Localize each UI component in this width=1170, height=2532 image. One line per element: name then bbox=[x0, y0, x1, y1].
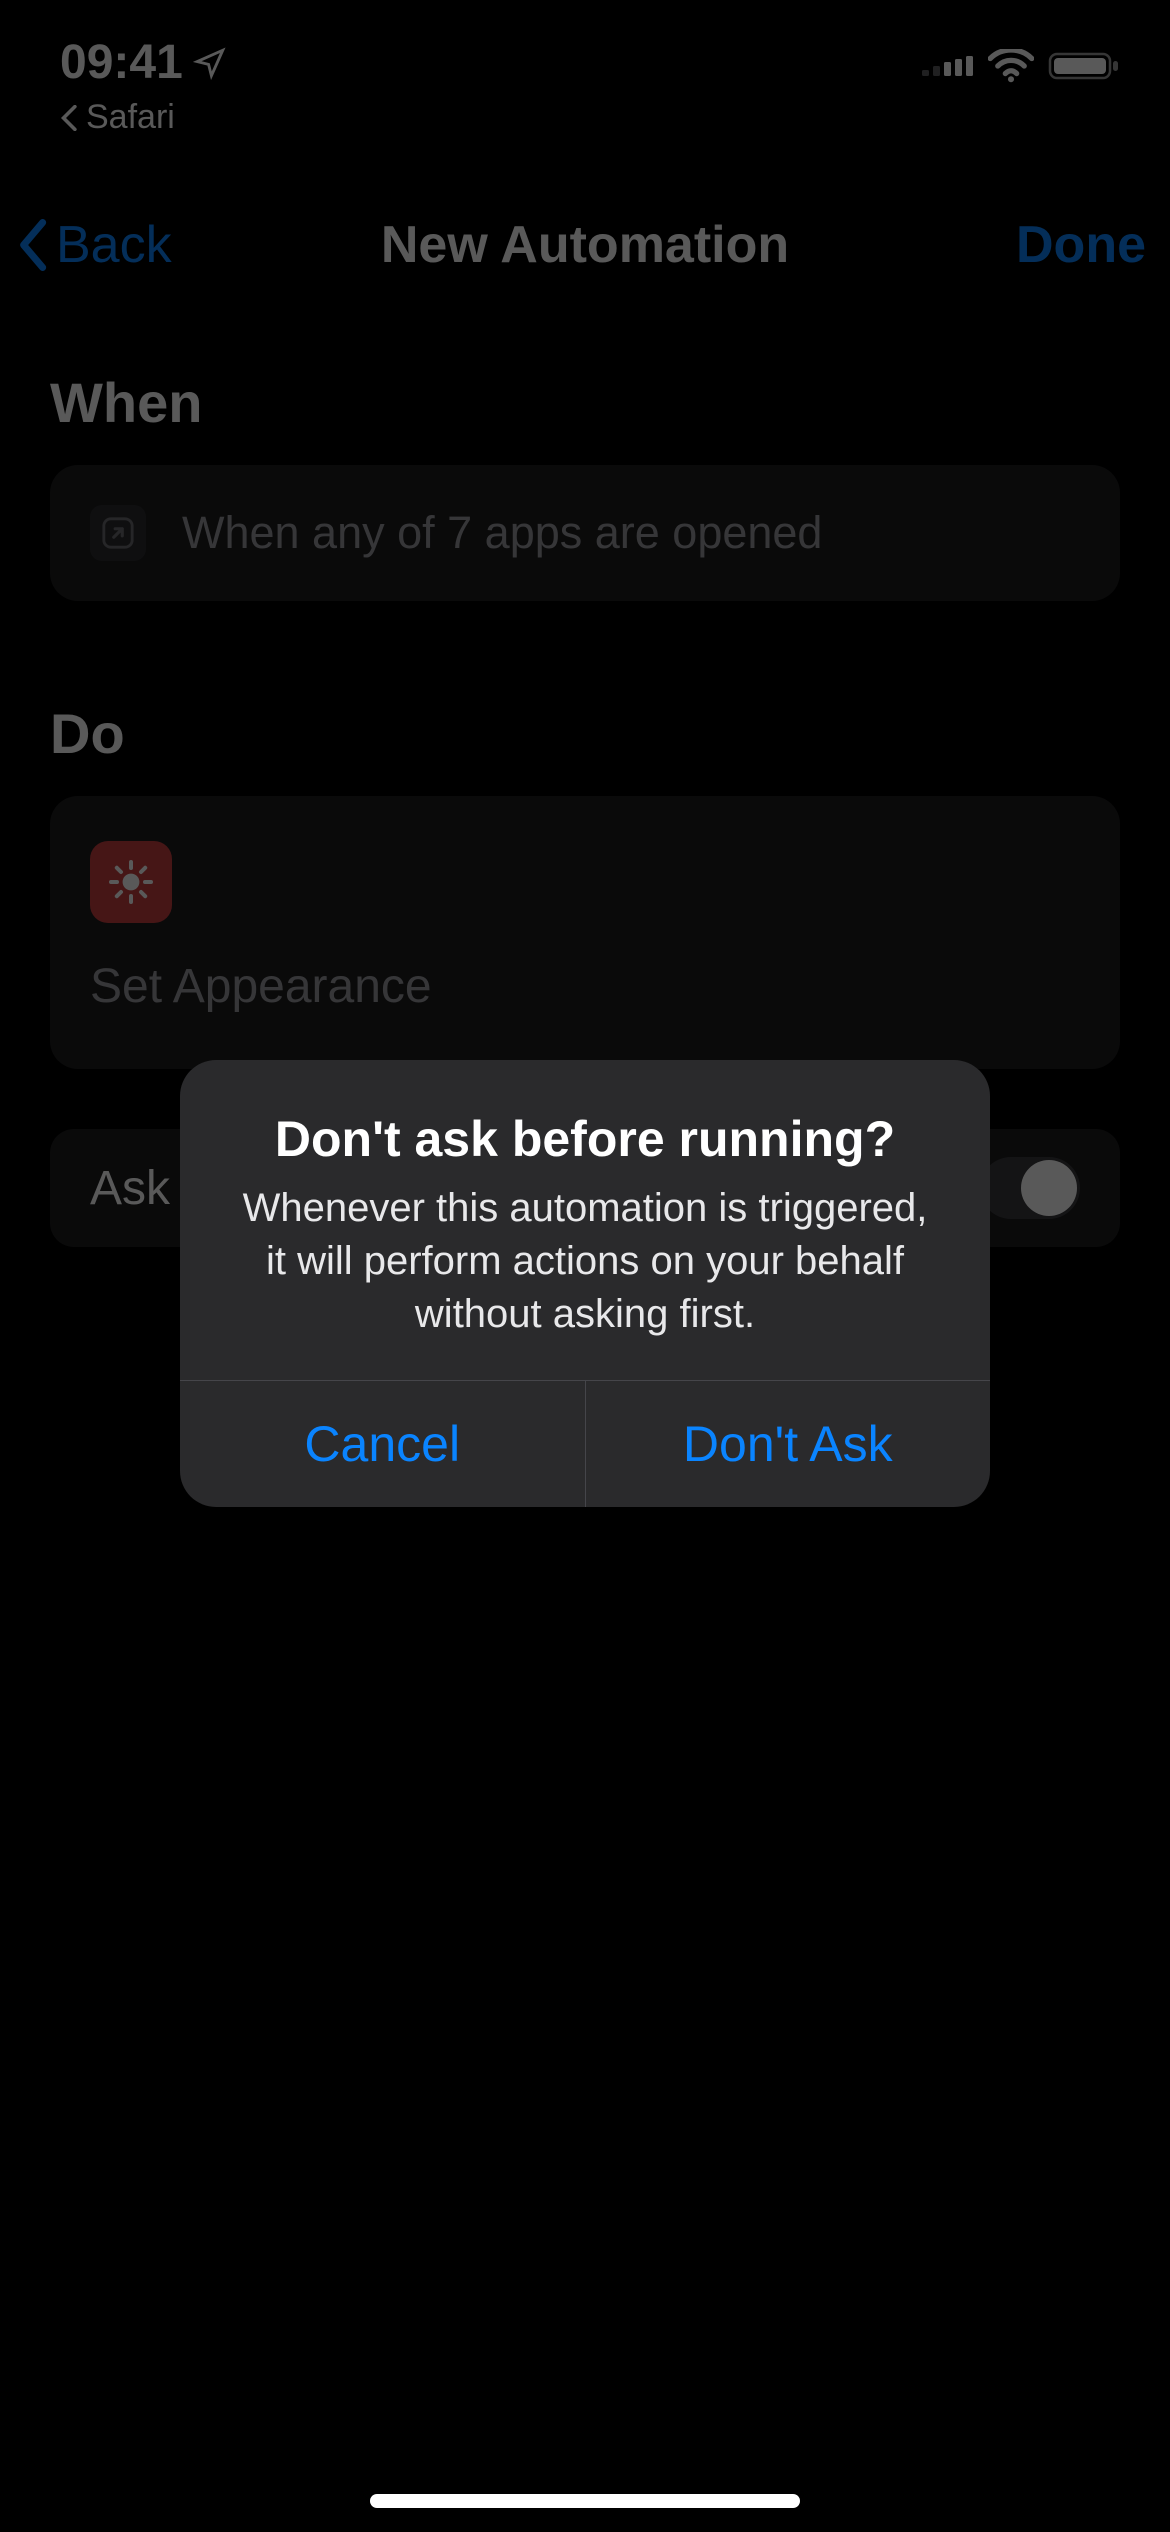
home-indicator[interactable] bbox=[370, 2494, 800, 2508]
ask-label: Ask bbox=[90, 1161, 170, 1216]
do-header: Do bbox=[50, 701, 1120, 766]
action-title: Set Appearance bbox=[90, 959, 1080, 1014]
battery-icon bbox=[1048, 49, 1120, 83]
status-icons bbox=[922, 35, 1120, 83]
status-left: 09:41 Safari bbox=[60, 35, 227, 137]
back-app-label: Safari bbox=[86, 98, 175, 137]
alert-message: Whenever this automation is triggered, i… bbox=[230, 1182, 940, 1340]
wifi-icon bbox=[988, 49, 1034, 83]
navigation-bar: Back New Automation Done bbox=[0, 180, 1170, 310]
back-button[interactable]: Back bbox=[16, 215, 172, 275]
do-action-card[interactable]: Set Appearance bbox=[50, 796, 1120, 1069]
status-time: 09:41 bbox=[60, 35, 183, 90]
appearance-icon bbox=[90, 841, 172, 923]
location-icon bbox=[193, 46, 227, 80]
when-trigger-card[interactable]: When any of 7 apps are opened bbox=[50, 465, 1120, 601]
trigger-text: When any of 7 apps are opened bbox=[182, 507, 822, 559]
alert-actions: Cancel Don't Ask bbox=[180, 1380, 990, 1507]
dont-ask-button[interactable]: Don't Ask bbox=[586, 1381, 991, 1507]
caret-left-icon bbox=[60, 105, 80, 131]
done-button[interactable]: Done bbox=[1016, 215, 1146, 275]
toggle-knob bbox=[1021, 1160, 1077, 1216]
app-open-icon bbox=[90, 505, 146, 561]
alert-title: Don't ask before running? bbox=[230, 1110, 940, 1168]
chevron-left-icon bbox=[16, 219, 52, 271]
when-header: When bbox=[50, 370, 1120, 435]
alert-dialog: Don't ask before running? Whenever this … bbox=[180, 1060, 990, 1507]
back-to-safari[interactable]: Safari bbox=[60, 98, 227, 137]
page-title: New Automation bbox=[381, 215, 789, 275]
back-label: Back bbox=[56, 215, 172, 275]
status-bar: 09:41 Safari bbox=[0, 0, 1170, 140]
ask-toggle[interactable] bbox=[980, 1157, 1080, 1219]
cancel-button[interactable]: Cancel bbox=[180, 1381, 586, 1507]
cellular-icon bbox=[922, 49, 974, 83]
